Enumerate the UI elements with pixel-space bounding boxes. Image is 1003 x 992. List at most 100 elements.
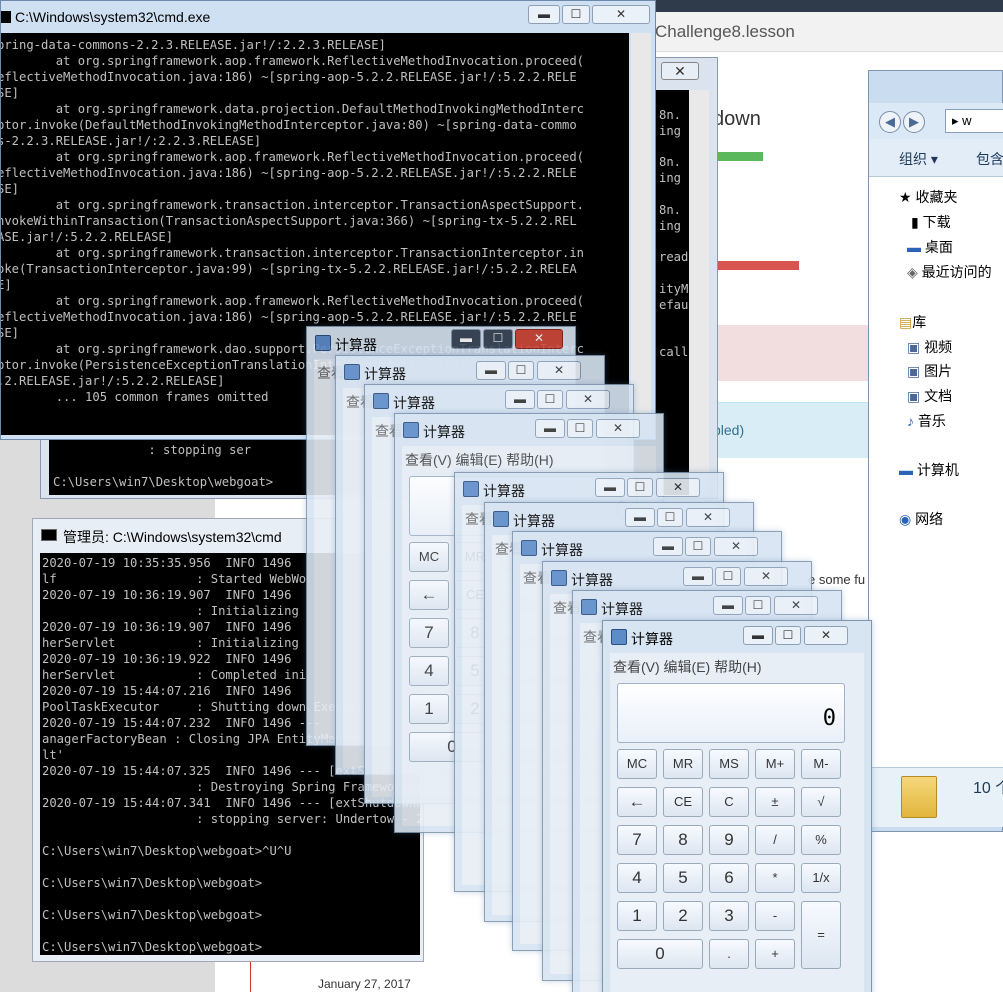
minimize-button[interactable]: ▬ <box>451 329 481 349</box>
close-button[interactable]: ✕ <box>714 537 758 556</box>
key-back[interactable]: ← <box>617 787 657 817</box>
maximize-button[interactable]: ☐ <box>745 596 771 615</box>
music-item[interactable]: ♪ 音乐 <box>907 411 946 431</box>
include-menu[interactable]: 包含 <box>976 149 1003 169</box>
maximize-button[interactable]: ☐ <box>483 329 513 349</box>
key-back[interactable]: ← <box>409 580 449 610</box>
key-mminus[interactable]: M- <box>801 749 841 779</box>
downloads-item[interactable]: ▮ 下载 <box>911 212 951 232</box>
key-k0[interactable]: 0 <box>617 939 703 969</box>
recent-label: 最近访问的 <box>921 264 992 280</box>
scrollbar[interactable] <box>631 33 651 435</box>
calculator-title: 计算器 <box>571 572 613 588</box>
calculator-icon <box>551 570 567 586</box>
pictures-item[interactable]: ▣ 图片 <box>907 361 952 381</box>
address-bar[interactable]: ▸ w <box>945 109 1003 133</box>
videos-item[interactable]: ▣ 视频 <box>907 337 952 357</box>
browser-tab-title[interactable]: Challenge8.lesson <box>655 22 795 42</box>
key-k5[interactable]: 5 <box>663 863 703 893</box>
minimize-button[interactable]: ▬ <box>528 5 560 24</box>
key-k2[interactable]: 2 <box>663 901 703 931</box>
key-add[interactable]: + <box>755 939 795 969</box>
key-mc[interactable]: MC <box>617 749 657 779</box>
minimize-button[interactable]: ▬ <box>683 567 713 586</box>
calculator-title: 计算器 <box>541 542 583 558</box>
back-icon[interactable]: ◀ <box>879 111 901 133</box>
key-pm[interactable]: ± <box>755 787 795 817</box>
key-div[interactable]: / <box>755 825 795 855</box>
key-k1[interactable]: 1 <box>409 694 449 724</box>
minimize-button[interactable]: ▬ <box>625 508 655 527</box>
key-ce[interactable]: CE <box>663 787 703 817</box>
key-mc[interactable]: MC <box>409 542 449 572</box>
maximize-button[interactable]: ☐ <box>715 567 741 586</box>
downloads-label: 下载 <box>922 214 951 230</box>
key-mul[interactable]: * <box>755 863 795 893</box>
close-button[interactable]: ✕ <box>566 390 610 409</box>
close-button[interactable]: ✕ <box>515 329 563 349</box>
calculator-menu[interactable]: 查看(V) 编辑(E) 帮助(H) <box>405 450 554 470</box>
key-k7[interactable]: 7 <box>617 825 657 855</box>
key-mr[interactable]: MR <box>663 749 703 779</box>
close-button[interactable]: ✕ <box>804 626 848 645</box>
key-k8[interactable]: 8 <box>663 825 703 855</box>
maximize-button[interactable]: ☐ <box>567 419 593 438</box>
key-k3[interactable]: 3 <box>709 901 749 931</box>
key-inv[interactable]: 1/x <box>801 863 841 893</box>
close-button[interactable]: ✕ <box>744 567 788 586</box>
maximize-button[interactable]: ☐ <box>685 537 711 556</box>
close-button[interactable]: ✕ <box>661 62 699 80</box>
key-eq[interactable]: = <box>801 901 841 969</box>
calculator-menu[interactable]: 查看(V) 编辑(E) 帮助(H) <box>613 657 762 677</box>
calculator-icon <box>315 335 331 351</box>
minimize-button[interactable]: ▬ <box>476 361 506 380</box>
close-button[interactable]: ✕ <box>537 361 581 380</box>
maximize-button[interactable]: ☐ <box>657 508 683 527</box>
maximize-button[interactable]: ☐ <box>508 361 534 380</box>
organize-menu[interactable]: 组织 ▾ <box>899 149 938 169</box>
key-k9[interactable]: 9 <box>709 825 749 855</box>
close-button[interactable]: ✕ <box>596 419 640 438</box>
minimize-button[interactable]: ▬ <box>505 390 535 409</box>
documents-item[interactable]: ▣ 文档 <box>907 386 952 406</box>
key-k1[interactable]: 1 <box>617 901 657 931</box>
scrollbar[interactable] <box>689 90 709 495</box>
desktop-item[interactable]: ▬ 桌面 <box>907 237 953 257</box>
key-c[interactable]: C <box>709 787 749 817</box>
minimize-button[interactable]: ▬ <box>743 626 773 645</box>
explorer-nav-bar: ◀ ▶ ▸ w <box>869 103 1003 139</box>
minimize-button[interactable]: ▬ <box>713 596 743 615</box>
close-button[interactable]: ✕ <box>656 478 700 497</box>
key-mplus[interactable]: M+ <box>755 749 795 779</box>
key-k4[interactable]: 4 <box>409 656 449 686</box>
key-sub[interactable]: - <box>755 901 795 931</box>
minimize-button[interactable]: ▬ <box>653 537 683 556</box>
close-button[interactable]: ✕ <box>774 596 818 615</box>
key-dot[interactable]: . <box>709 939 749 969</box>
post-date: January 27, 2017 <box>318 977 411 991</box>
favorites-item[interactable]: ★ 收藏夹 <box>899 187 957 207</box>
network-item[interactable]: ◉ 网络 <box>899 509 943 529</box>
libraries-item[interactable]: ▤库 <box>899 312 926 332</box>
recent-item[interactable]: ◈ 最近访问的 <box>907 262 992 282</box>
close-button[interactable]: ✕ <box>592 5 650 24</box>
minimize-button[interactable]: ▬ <box>595 478 625 497</box>
maximize-button[interactable]: ☐ <box>775 626 801 645</box>
forward-icon[interactable]: ▶ <box>903 111 925 133</box>
maximize-button[interactable]: ☐ <box>627 478 653 497</box>
key-ms[interactable]: MS <box>709 749 749 779</box>
maximize-button[interactable]: ☐ <box>562 5 590 24</box>
calculator-icon <box>373 393 389 409</box>
close-button[interactable]: ✕ <box>686 508 730 527</box>
maximize-button[interactable]: ☐ <box>537 390 563 409</box>
minimize-button[interactable]: ▬ <box>535 419 565 438</box>
key-k7[interactable]: 7 <box>409 618 449 648</box>
key-pct[interactable]: % <box>801 825 841 855</box>
computer-item[interactable]: ▬ 计算机 <box>899 460 959 480</box>
pictures-label: 图片 <box>924 363 953 379</box>
key-sqrt[interactable]: √ <box>801 787 841 817</box>
calculator-window[interactable]: 计算器 ▬ ☐ ✕ 查看(V) 编辑(E) 帮助(H) 0 MC MR MS M+ M- ← CE C ± √… <box>602 620 872 992</box>
calculator-title: 计算器 <box>393 395 435 411</box>
key-k4[interactable]: 4 <box>617 863 657 893</box>
key-k6[interactable]: 6 <box>709 863 749 893</box>
